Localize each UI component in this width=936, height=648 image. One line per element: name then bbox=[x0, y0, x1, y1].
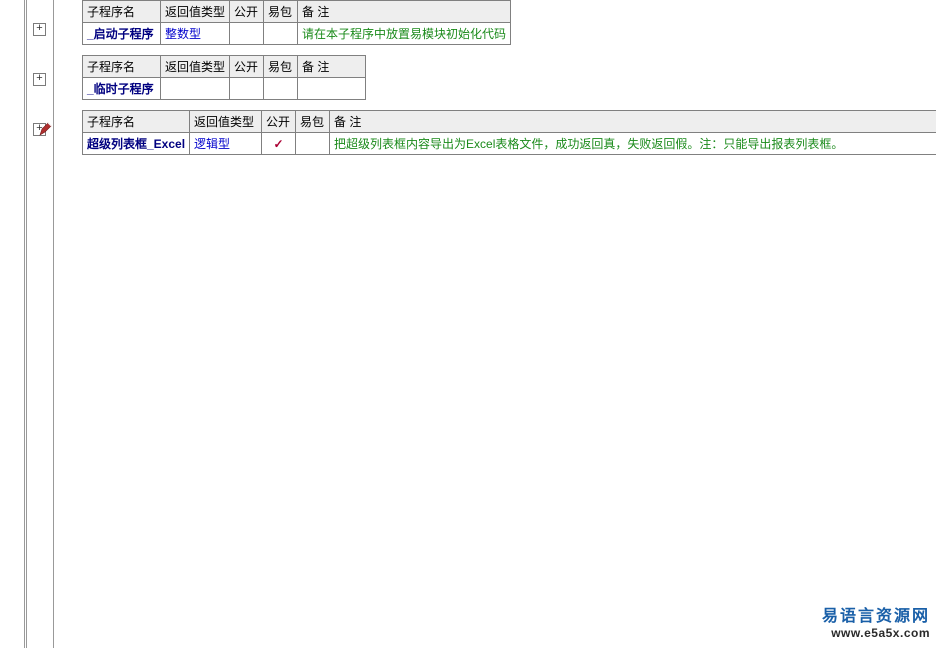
header-public: 公开 bbox=[262, 111, 296, 133]
cell-public[interactable] bbox=[230, 23, 264, 45]
subroutine-block-3: 子程序名 返回值类型 公开 易包 备 注 超级列表框_Excel 逻辑型 ✓ 把… bbox=[82, 110, 936, 155]
subroutine-block-2: 子程序名 返回值类型 公开 易包 备 注 _临时子程序 bbox=[82, 55, 936, 100]
header-public: 公开 bbox=[230, 1, 264, 23]
table-row[interactable]: _临时子程序 bbox=[83, 78, 366, 100]
tree-guide-line bbox=[26, 0, 27, 648]
cell-name[interactable]: _启动子程序 bbox=[83, 23, 161, 45]
watermark-url: www.e5a5x.com bbox=[822, 626, 930, 640]
cell-pkg[interactable] bbox=[264, 23, 298, 45]
header-note: 备 注 bbox=[298, 1, 511, 23]
cell-type[interactable]: 整数型 bbox=[161, 23, 230, 45]
subroutine-block-1: 子程序名 返回值类型 公开 易包 备 注 _启动子程序 整数型 请在本子程序中放… bbox=[82, 0, 936, 45]
header-rettype: 返回值类型 bbox=[161, 1, 230, 23]
header-public: 公开 bbox=[230, 56, 264, 78]
table-row[interactable]: 超级列表框_Excel 逻辑型 ✓ 把超级列表框内容导出为Excel表格文件，成… bbox=[83, 133, 936, 155]
cell-name[interactable]: _临时子程序 bbox=[83, 78, 161, 100]
cell-pkg[interactable] bbox=[264, 78, 298, 100]
header-name: 子程序名 bbox=[83, 1, 161, 23]
header-pkg: 易包 bbox=[296, 111, 330, 133]
header-note: 备 注 bbox=[298, 56, 366, 78]
cell-pkg[interactable] bbox=[296, 133, 330, 155]
header-pkg: 易包 bbox=[264, 56, 298, 78]
header-pkg: 易包 bbox=[264, 1, 298, 23]
header-note: 备 注 bbox=[330, 111, 936, 133]
cell-public[interactable]: ✓ bbox=[262, 133, 296, 155]
cell-name[interactable]: 超级列表框_Excel bbox=[83, 133, 190, 155]
subroutine-table-2: 子程序名 返回值类型 公开 易包 备 注 _临时子程序 bbox=[82, 55, 366, 100]
edit-marker-icon bbox=[38, 121, 54, 137]
watermark: 易语言资源网 www.e5a5x.com bbox=[822, 602, 930, 640]
table-row[interactable]: _启动子程序 整数型 请在本子程序中放置易模块初始化代码 bbox=[83, 23, 511, 45]
cell-type[interactable]: 逻辑型 bbox=[190, 133, 262, 155]
watermark-title: 易语言资源网 bbox=[822, 602, 930, 626]
subroutine-table-1: 子程序名 返回值类型 公开 易包 备 注 _启动子程序 整数型 请在本子程序中放… bbox=[82, 0, 511, 45]
expand-button-1[interactable]: + bbox=[33, 23, 46, 36]
cell-note[interactable]: 把超级列表框内容导出为Excel表格文件，成功返回真，失败返回假。注：只能导出报… bbox=[330, 133, 936, 155]
gutter: + + + bbox=[31, 0, 51, 648]
cell-public[interactable] bbox=[230, 78, 264, 100]
header-name: 子程序名 bbox=[83, 56, 161, 78]
subroutine-table-3: 子程序名 返回值类型 公开 易包 备 注 超级列表框_Excel 逻辑型 ✓ 把… bbox=[82, 110, 936, 155]
header-name: 子程序名 bbox=[83, 111, 190, 133]
header-rettype: 返回值类型 bbox=[161, 56, 230, 78]
code-area: 子程序名 返回值类型 公开 易包 备 注 _启动子程序 整数型 请在本子程序中放… bbox=[53, 0, 936, 648]
cell-note[interactable] bbox=[298, 78, 366, 100]
cell-type[interactable] bbox=[161, 78, 230, 100]
cell-note[interactable]: 请在本子程序中放置易模块初始化代码 bbox=[298, 23, 511, 45]
expand-button-2[interactable]: + bbox=[33, 73, 46, 86]
header-rettype: 返回值类型 bbox=[190, 111, 262, 133]
checkmark-icon: ✓ bbox=[274, 137, 284, 151]
